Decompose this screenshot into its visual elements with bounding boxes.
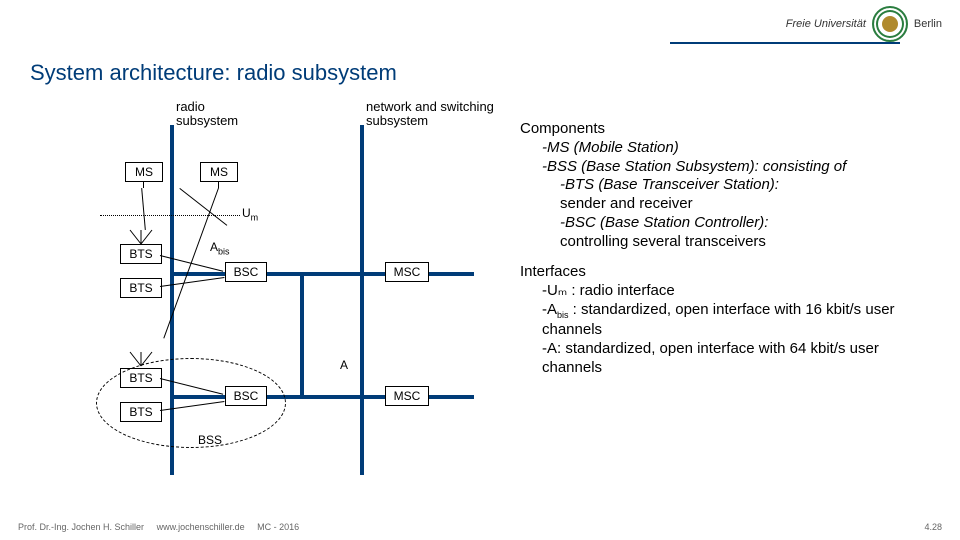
nss-boundary-line <box>360 125 364 475</box>
antenna-icon <box>130 230 152 244</box>
logo-right-text: Berlin <box>914 18 942 30</box>
footer-page: 4.28 <box>924 522 942 532</box>
text: U <box>242 206 251 220</box>
text: -BSS (Base Station Subsystem): consistin… <box>542 158 846 175</box>
interfaces-heading: Interfaces <box>520 263 940 282</box>
bus-top <box>174 272 474 276</box>
components-heading: Components <box>520 120 940 139</box>
text: network and switching <box>366 99 494 114</box>
components-bss: -BSS (Base Station Subsystem): consistin… <box>520 158 940 177</box>
nss-label: network and switching subsystem <box>366 100 526 129</box>
bus-vertical-link <box>300 276 304 395</box>
msc-node-2: MSC <box>385 386 429 406</box>
header: Freie Universität Berlin <box>0 0 960 48</box>
page-title: System architecture: radio subsystem <box>30 60 397 86</box>
interfaces-a: -A: standardized, open interface with 64… <box>520 340 940 378</box>
um-label: Um <box>242 206 258 222</box>
interfaces-um: -Uₘ : radio interface <box>520 282 940 301</box>
bss-boundary <box>96 358 286 448</box>
text: : standardized, open interface with 16 k… <box>542 301 895 338</box>
interfaces-abis: -Abis : standardized, open interface wit… <box>520 301 940 340</box>
text: -MS (Mobile Station) <box>542 139 679 156</box>
msc-node-1: MSC <box>385 262 429 282</box>
ms1-radio <box>141 188 146 230</box>
footer-author: Prof. Dr.-Ing. Jochen H. Schiller <box>18 522 144 532</box>
spacer <box>520 251 940 263</box>
ms-node-1: MS <box>125 162 163 182</box>
text: m <box>251 212 259 222</box>
text: -A <box>542 301 557 318</box>
text: subsystem <box>366 113 428 128</box>
content-text: Components -MS (Mobile Station) -BSS (Ba… <box>520 120 940 377</box>
radio-subsystem-label: radio subsystem <box>176 100 256 129</box>
text: radio <box>176 99 205 114</box>
footer-course: MC - 2016 <box>257 522 299 532</box>
text: bis <box>218 246 230 256</box>
text: -BSC (Base Station Controller): <box>560 214 768 231</box>
components-ms: -MS (Mobile Station) <box>520 139 940 158</box>
um-interface-line <box>100 215 240 216</box>
seal-icon <box>872 6 908 42</box>
a-label: A <box>340 358 348 372</box>
text: A <box>210 240 218 254</box>
text: bis <box>557 310 569 320</box>
ms1-stub <box>143 182 144 188</box>
bts-node-1: BTS <box>120 244 162 264</box>
footer-left: Prof. Dr.-Ing. Jochen H. Schiller www.jo… <box>18 522 299 532</box>
logo-left-text: Freie Universität <box>786 18 866 30</box>
components-bsc: -BSC (Base Station Controller): controll… <box>520 214 940 252</box>
logo: Freie Universität Berlin <box>786 6 942 42</box>
bss-label: BSS <box>198 434 222 447</box>
text: controlling several transceivers <box>560 233 766 250</box>
text: sender and receiver <box>560 195 693 212</box>
bsc-node-1: BSC <box>225 262 267 282</box>
abis-label: Abis <box>210 240 230 256</box>
ms-node-2: MS <box>200 162 238 182</box>
footer: Prof. Dr.-Ing. Jochen H. Schiller www.jo… <box>18 522 942 532</box>
bts-node-2: BTS <box>120 278 162 298</box>
text: subsystem <box>176 113 238 128</box>
footer-url: www.jochenschiller.de <box>157 522 245 532</box>
components-bts: -BTS (Base Transceiver Station): sender … <box>520 176 940 214</box>
header-rule <box>670 42 900 44</box>
text: -BTS (Base Transceiver Station): <box>560 176 779 193</box>
ms2-radio1 <box>179 188 227 226</box>
architecture-diagram: radio subsystem network and switching su… <box>70 100 510 480</box>
